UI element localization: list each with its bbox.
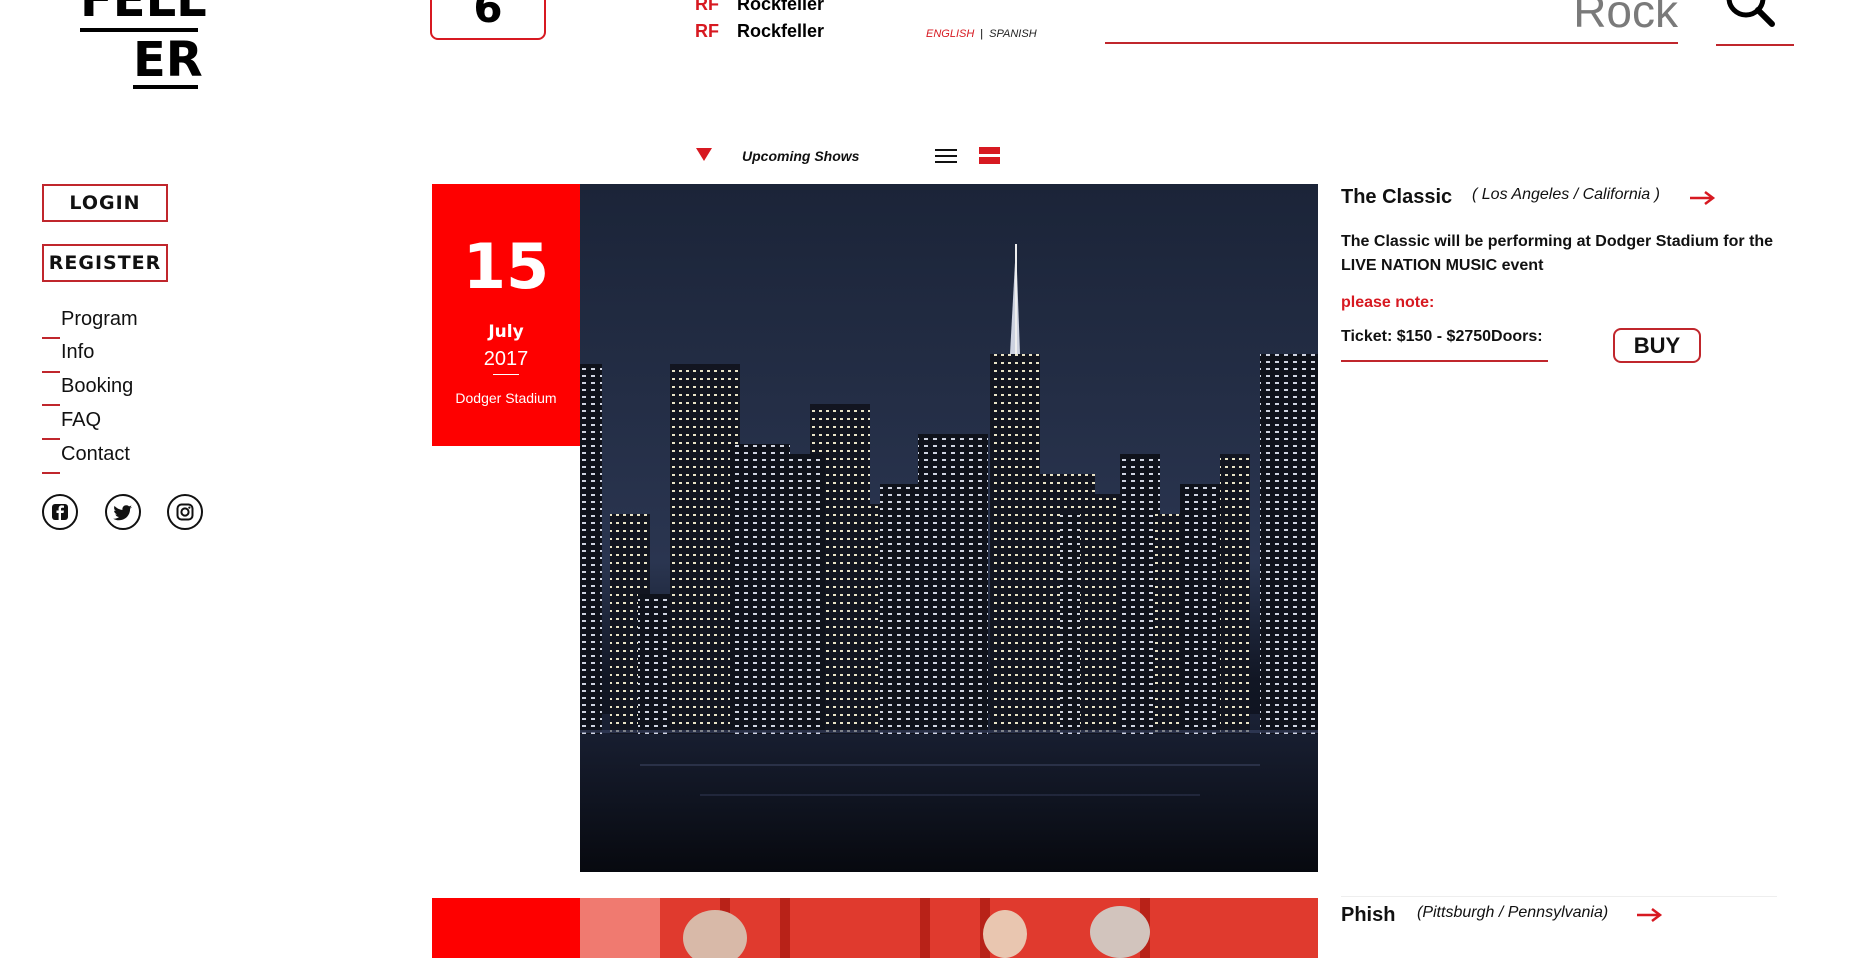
language-switcher: ENGLISH | SPANISH (926, 28, 1037, 40)
nav-label: FAQ (61, 409, 102, 431)
rf-list-item[interactable]: RF Rockfeller (695, 0, 824, 15)
nav-dash (42, 404, 60, 406)
rf-name: Rockfeller (737, 0, 825, 14)
rf-name: Rockfeller (737, 21, 825, 41)
logo-text-line1[interactable]: FELL (80, 0, 207, 24)
nav-dash (42, 472, 60, 474)
filter-dropdown-icon[interactable] (696, 148, 712, 161)
ticket-underline (1341, 360, 1548, 362)
band-image (580, 898, 1318, 958)
rf-tag: RF (695, 0, 719, 14)
event-month: July (488, 322, 524, 342)
logo-rule-2 (133, 85, 198, 89)
nav-label: Contact (61, 443, 130, 465)
arrow-right-icon[interactable] (1637, 908, 1663, 922)
facebook-icon (52, 504, 68, 520)
date-divider (493, 374, 519, 375)
grid-view-icon[interactable] (979, 147, 1000, 165)
sidebar-item-booking[interactable]: Booking (42, 375, 182, 409)
instagram-link[interactable] (167, 494, 203, 530)
search-button[interactable] (1716, 0, 1794, 46)
ticket-info: Ticket: $150 - $2750Doors: (1341, 328, 1543, 345)
buy-button[interactable]: BUY (1613, 328, 1701, 363)
event-note: please note: (1341, 294, 1435, 311)
search-input[interactable] (1105, 0, 1678, 44)
nav-dash (42, 371, 60, 373)
filter-label[interactable]: Upcoming Shows (742, 148, 859, 164)
sidebar-item-info[interactable]: Info (42, 341, 182, 375)
event-year: 2017 (483, 348, 529, 370)
event-date-tile: 15 July 2017 Dodger Stadium (432, 184, 580, 446)
event-image-band[interactable] (580, 898, 1318, 958)
lang-english[interactable]: ENGLISH (926, 28, 974, 40)
event-date-tile (432, 898, 580, 958)
event-location: ( Los Angeles / California ) (1472, 186, 1660, 203)
sidebar-item-program[interactable]: Program (42, 308, 182, 342)
facebook-link[interactable] (42, 494, 78, 530)
event-title[interactable]: The Classic (1341, 186, 1452, 209)
nav-dash (42, 337, 60, 339)
event-title[interactable]: Phish (1341, 904, 1395, 927)
rf-list-item[interactable]: RF Rockfeller (695, 21, 824, 42)
rf-tag: RF (695, 21, 719, 41)
event-venue: Dodger Stadium (455, 390, 557, 406)
sidebar-item-contact[interactable]: Contact (42, 443, 182, 477)
date-badge: 6 (430, 0, 546, 40)
card-divider (1341, 896, 1777, 897)
event-image-city-skyline[interactable] (580, 184, 1318, 872)
login-button[interactable]: LOGIN (42, 184, 168, 222)
nav-label: Program (61, 308, 138, 330)
search-icon (1726, 0, 1775, 27)
date-badge-value: 6 (473, 0, 503, 32)
event-location: (Pittsburgh / Pennsylvania) (1417, 904, 1609, 921)
nav-label: Booking (61, 375, 134, 397)
lang-spanish[interactable]: SPANISH (989, 28, 1036, 40)
event-description: The Classic will be performing at Dodger… (1341, 233, 1774, 274)
arrow-right-icon[interactable] (1690, 191, 1716, 205)
register-button[interactable]: REGISTER (42, 244, 168, 282)
twitter-link[interactable] (105, 494, 141, 530)
sidebar-item-faq[interactable]: FAQ (42, 409, 182, 443)
instagram-icon (176, 503, 194, 521)
nav-label: Info (61, 341, 95, 363)
lang-separator: | (980, 28, 984, 40)
twitter-icon (113, 505, 132, 521)
city-skyline-image (580, 184, 1318, 872)
logo-text-line2[interactable]: ER (133, 36, 203, 84)
list-view-icon[interactable] (935, 149, 957, 165)
event-day: 15 (462, 230, 550, 303)
nav-dash (42, 438, 60, 440)
